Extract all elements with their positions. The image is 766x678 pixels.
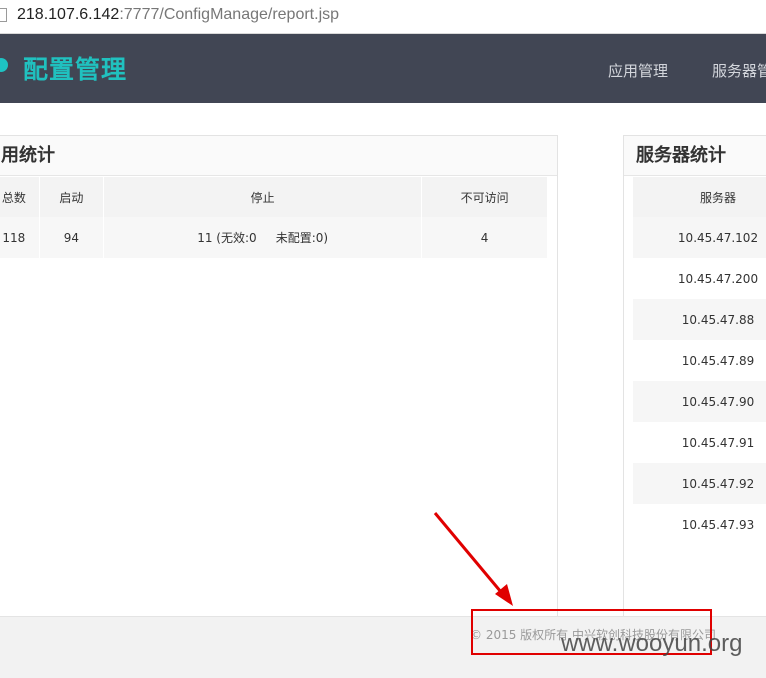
- table-row: 10.45.47.90: [633, 381, 766, 422]
- table-row: 10.45.47.89: [633, 340, 766, 381]
- server-stats-table: 服务器 10.45.47.102 10.45.47.200 10.45.47.8…: [633, 177, 766, 545]
- table-row: 10.45.47.200: [633, 258, 766, 299]
- cell-unreachable: 4: [421, 217, 548, 258]
- col-server: 服务器: [633, 177, 766, 217]
- table-row: 118 94 11 (无效:0 未配置:0) 4: [0, 217, 548, 258]
- cell-started: 94: [39, 217, 105, 258]
- watermark-text: www.wooyun.org: [561, 630, 743, 657]
- server-ip: 10.45.47.200: [633, 258, 766, 299]
- server-ip: 10.45.47.93: [633, 504, 766, 545]
- col-total: 总数: [0, 177, 40, 217]
- app-stats-panel: 用统计 总数 启动 停止 不可访问 118 94 11 (无效:0 未配置:0)…: [0, 135, 558, 618]
- url-host: 218.107.6.142: [17, 6, 120, 23]
- server-ip: 10.45.47.88: [633, 299, 766, 340]
- server-stats-title: 服务器统计: [624, 136, 766, 176]
- app-stats-title: 用统计: [0, 136, 557, 176]
- url-text[interactable]: 218.107.6.142:7777/ConfigManage/report.j…: [17, 6, 339, 24]
- server-ip: 10.45.47.102: [633, 217, 766, 258]
- table-row: 10.45.47.102: [633, 217, 766, 258]
- table-row: 10.45.47.88: [633, 299, 766, 340]
- brand-title[interactable]: 配置管理: [23, 50, 127, 86]
- server-ip: 10.45.47.91: [633, 422, 766, 463]
- server-stats-panel: 服务器统计 服务器 10.45.47.102 10.45.47.200 10.4…: [623, 135, 766, 618]
- table-row: 10.45.47.91: [633, 422, 766, 463]
- nav-item-app-management[interactable]: 应用管理: [608, 60, 668, 81]
- app-stats-table: 总数 启动 停止 不可访问 118 94 11 (无效:0 未配置:0) 4: [0, 177, 548, 258]
- nav-item-server-management[interactable]: 服务器管: [712, 60, 766, 81]
- server-ip: 10.45.47.92: [633, 463, 766, 504]
- cell-stopped: 11 (无效:0 未配置:0): [103, 217, 423, 258]
- col-stopped: 停止: [103, 177, 423, 217]
- col-unreachable: 不可访问: [421, 177, 548, 217]
- address-bar[interactable]: 218.107.6.142:7777/ConfigManage/report.j…: [0, 0, 766, 34]
- cell-total: 118: [0, 217, 40, 258]
- url-path: :7777/ConfigManage/report.jsp: [119, 6, 340, 23]
- table-row: 10.45.47.93: [633, 504, 766, 545]
- page-icon: [0, 8, 7, 22]
- server-ip: 10.45.47.89: [633, 340, 766, 381]
- col-started: 启动: [39, 177, 105, 217]
- table-row: 10.45.47.92: [633, 463, 766, 504]
- server-ip: 10.45.47.90: [633, 381, 766, 422]
